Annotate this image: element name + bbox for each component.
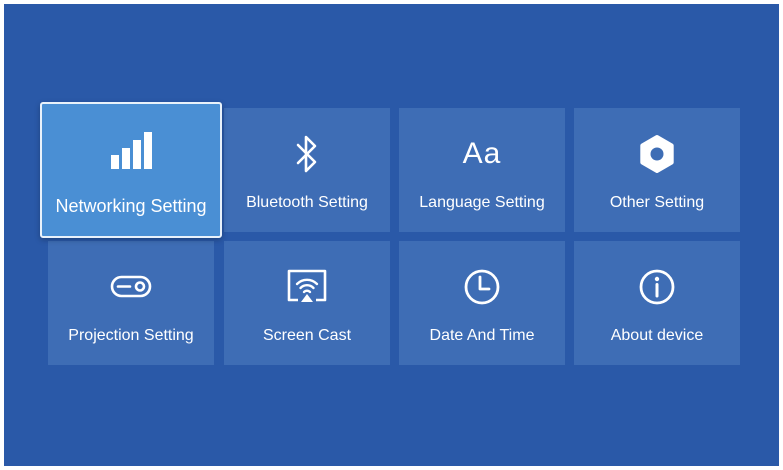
date-and-time-label: Date And Time [429,327,535,344]
language-setting-label: Language Setting [419,194,545,211]
other-setting-label: Other Setting [609,194,705,211]
about-device-tile[interactable]: About device [574,241,740,365]
gear-icon [574,134,740,174]
language-aa-glyph: Aa [462,137,502,170]
clock-icon [399,267,565,307]
projection-setting-tile[interactable]: Projection Setting [48,241,214,365]
date-and-time-tile[interactable]: Date And Time [399,241,565,365]
other-setting-tile[interactable]: Other Setting [574,108,740,232]
projector-icon [48,267,214,307]
screen-cast-tile[interactable]: Screen Cast [224,241,390,365]
about-device-label: About device [610,327,704,344]
bluetooth-setting-tile[interactable]: Bluetooth Setting [224,108,390,232]
info-icon [574,267,740,307]
language-setting-tile[interactable]: Aa Language Setting [399,108,565,232]
networking-setting-label: Networking Setting [55,196,207,216]
bluetooth-setting-label: Bluetooth Setting [246,194,368,211]
projection-setting-label: Projection Setting [68,327,194,344]
screen-cast-icon [224,267,390,307]
signal-bars-icon [42,130,220,172]
settings-screen: Networking Setting Bluetooth Setting Aa … [4,4,779,466]
bluetooth-icon [224,134,390,174]
screen-cast-label: Screen Cast [262,327,352,344]
networking-setting-tile[interactable]: Networking Setting [40,102,222,238]
language-aa-icon: Aa [399,134,565,174]
